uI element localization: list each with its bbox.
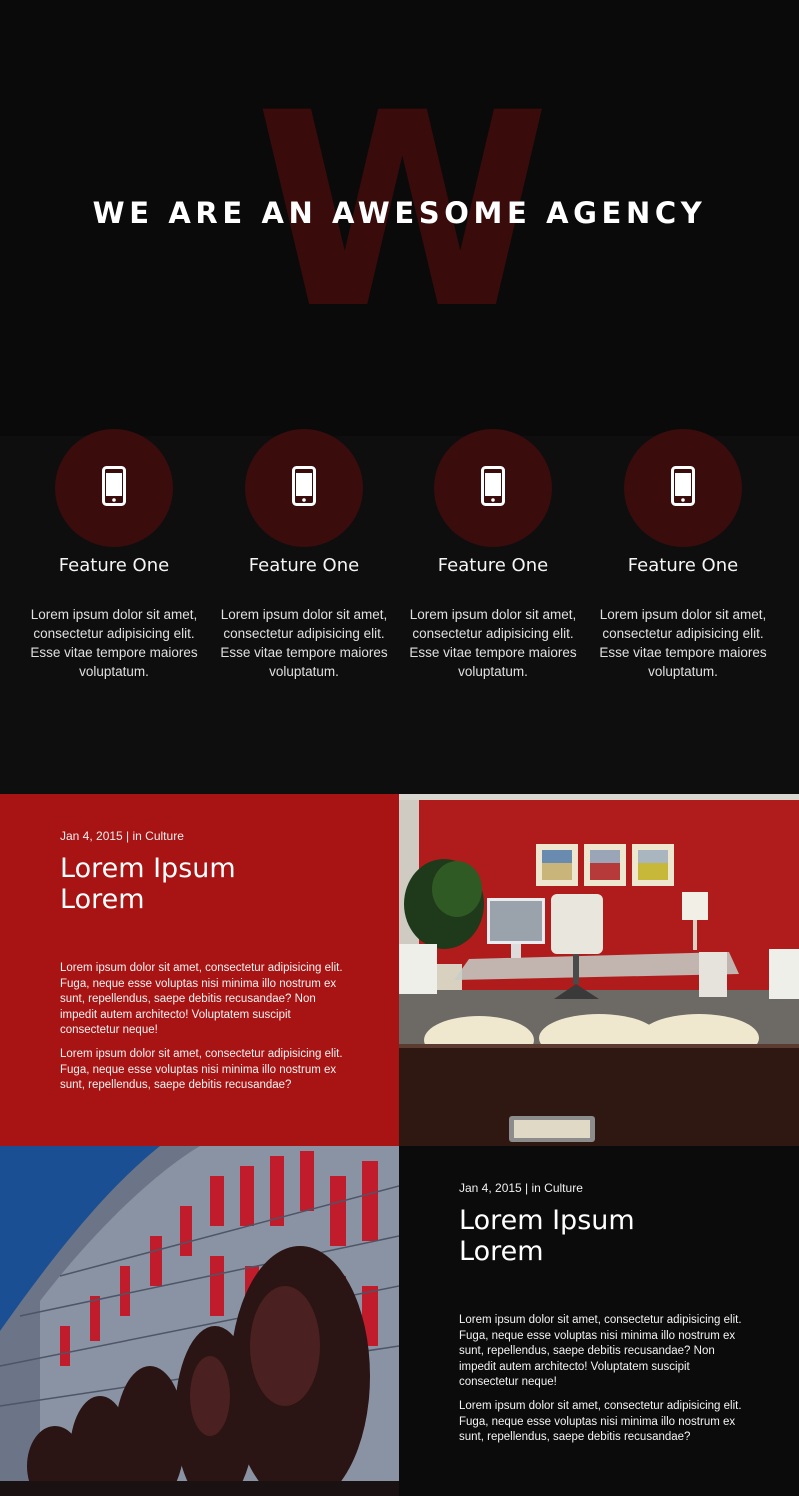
feature-icon-circle <box>434 429 552 547</box>
post-content: Jan 4, 2015 | in Culture Lorem Ipsum Lor… <box>60 829 350 1094</box>
post-title[interactable]: Lorem Ipsum Lorem <box>459 1205 679 1267</box>
hero-section: W WE ARE AN AWESOME AGENCY <box>0 0 799 436</box>
post-paragraph: Lorem ipsum dolor sit amet, consectetur … <box>459 1314 742 1389</box>
building-photo <box>0 1146 399 1496</box>
feature-card: Feature One Lorem ipsum dolor sit amet, … <box>19 429 209 679</box>
feature-card: Feature One Lorem ipsum dolor sit amet, … <box>398 429 588 679</box>
smartphone-icon <box>102 466 126 506</box>
feature-title: Feature One <box>437 555 549 576</box>
office-photo <box>399 794 799 1146</box>
feature-card: Feature One Lorem ipsum dolor sit amet, … <box>209 429 399 679</box>
feature-icon-circle <box>624 429 742 547</box>
smartphone-icon <box>292 466 316 506</box>
hero-title: WE ARE AN AWESOME AGENCY <box>92 196 707 230</box>
post-card-2: Jan 4, 2015 | in Culture Lorem Ipsum Lor… <box>399 1146 799 1496</box>
post-paragraph: Lorem ipsum dolor sit amet, consectetur … <box>459 1399 742 1444</box>
features-section: Feature One Lorem ipsum dolor sit amet, … <box>0 429 799 794</box>
post-card-1: Jan 4, 2015 | in Culture Lorem Ipsum Lor… <box>0 794 399 1146</box>
post-meta: Jan 4, 2015 | in Culture <box>459 1181 583 1195</box>
feature-card: Feature One Lorem ipsum dolor sit amet, … <box>588 429 778 679</box>
feature-icon-circle <box>55 429 173 547</box>
feature-title: Feature One <box>248 555 360 576</box>
post-paragraph: Lorem ipsum dolor sit amet, consectetur … <box>60 962 343 1037</box>
smartphone-icon <box>481 466 505 506</box>
feature-text: Lorem ipsum dolor sit amet, consectetur … <box>220 607 388 679</box>
feature-icon-circle <box>245 429 363 547</box>
post-paragraph: Lorem ipsum dolor sit amet, consectetur … <box>60 1047 343 1092</box>
smartphone-icon <box>671 466 695 506</box>
feature-title: Feature One <box>58 555 170 576</box>
post-title[interactable]: Lorem Ipsum Lorem <box>60 853 280 915</box>
feature-text: Lorem ipsum dolor sit amet, consectetur … <box>599 607 767 679</box>
post-meta: Jan 4, 2015 | in Culture <box>60 829 184 843</box>
feature-text: Lorem ipsum dolor sit amet, consectetur … <box>30 607 198 679</box>
feature-title: Feature One <box>627 555 739 576</box>
post-content: Jan 4, 2015 | in Culture Lorem Ipsum Lor… <box>459 1181 749 1446</box>
feature-text: Lorem ipsum dolor sit amet, consectetur … <box>409 607 577 679</box>
